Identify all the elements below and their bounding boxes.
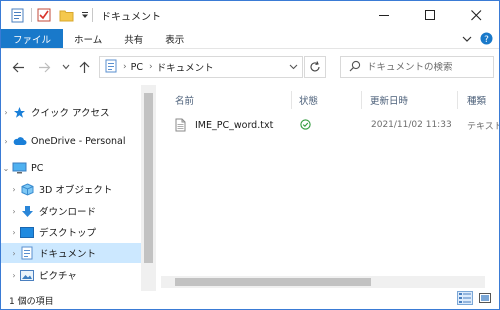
nav-item-downloads[interactable]: › ダウンロード xyxy=(1,201,141,221)
tab-home[interactable]: ホーム xyxy=(63,29,113,48)
nav-item-3d-objects[interactable]: › 3D オブジェクト xyxy=(1,179,141,199)
horizontal-scrollbar-thumb[interactable] xyxy=(175,278,371,286)
item-count: 1 個の項目 xyxy=(9,296,54,307)
computer-icon xyxy=(11,161,27,175)
nav-item-onedrive[interactable]: › OneDrive - Personal xyxy=(1,131,141,151)
forward-button[interactable] xyxy=(35,58,53,76)
sync-status-icon xyxy=(300,119,311,133)
file-modified: 2021/11/02 11:33 xyxy=(371,120,452,130)
download-icon xyxy=(19,204,35,218)
pictures-icon xyxy=(19,268,35,282)
search-box[interactable] xyxy=(340,56,494,78)
tab-share[interactable]: 共有 xyxy=(113,29,154,48)
tab-file[interactable]: ファイル xyxy=(1,29,64,48)
search-input[interactable] xyxy=(367,61,487,73)
nav-item-label: ドキュメント xyxy=(39,249,97,260)
explorer-window: ドキュメント ファイル ホーム 共有 表示 ? › PC › ドキュメント ドキ… xyxy=(0,0,500,310)
star-icon xyxy=(11,105,27,119)
status-bar: 1 個の項目 xyxy=(1,291,499,309)
up-button[interactable] xyxy=(75,58,93,76)
column-divider[interactable] xyxy=(361,91,362,109)
search-icon xyxy=(349,60,361,75)
title-divider xyxy=(92,8,93,22)
navigation-pane: › クイック アクセス › OneDrive - Personal ⌄ PC › xyxy=(1,85,156,291)
cloud-icon xyxy=(11,134,27,148)
address-bar[interactable]: › PC › ドキュメント xyxy=(99,56,303,78)
breadcrumb-chevron-icon: › xyxy=(123,62,127,72)
cube-icon xyxy=(19,182,35,196)
quick-access-toolbar xyxy=(1,7,97,23)
nav-item-label: OneDrive - Personal xyxy=(31,135,126,147)
nav-item-label: 3D オブジェクト xyxy=(39,185,113,196)
column-divider[interactable] xyxy=(291,91,292,109)
back-button[interactable] xyxy=(9,58,27,76)
close-button[interactable] xyxy=(453,1,499,29)
nav-scrollbar[interactable] xyxy=(141,85,156,291)
nav-item-quick-access[interactable]: › クイック アクセス xyxy=(1,102,141,122)
window-controls xyxy=(361,1,499,29)
document-icon xyxy=(19,246,35,260)
nav-item-label: クイック アクセス xyxy=(31,108,110,119)
recent-locations-icon[interactable] xyxy=(57,58,75,76)
view-switcher xyxy=(457,291,493,305)
column-divider[interactable] xyxy=(457,91,458,109)
breadcrumb-documents[interactable]: ドキュメント xyxy=(157,60,214,74)
horizontal-scrollbar[interactable] xyxy=(161,276,485,288)
column-header-modified[interactable]: 更新日時 xyxy=(370,91,408,109)
nav-item-pictures[interactable]: › ピクチャ xyxy=(1,265,141,285)
ribbon-right-controls: ? xyxy=(462,32,493,48)
refresh-button[interactable] xyxy=(304,56,326,78)
file-list-pane: 名前 状態 更新日時 種類 IME_PC_word.txt 2021/11/02… xyxy=(161,85,499,291)
ribbon-tabs: ファイル ホーム 共有 表示 ? xyxy=(1,29,499,49)
expand-arrow-icon[interactable]: › xyxy=(1,137,11,146)
window-title: ドキュメント xyxy=(101,11,161,23)
help-icon[interactable]: ? xyxy=(480,32,493,48)
expand-arrow-icon[interactable]: › xyxy=(9,271,19,280)
nav-item-desktop[interactable]: › デスクトップ xyxy=(1,222,141,242)
nav-item-label: ピクチャ xyxy=(39,271,77,282)
customize-dropdown-icon[interactable] xyxy=(80,7,90,23)
column-header-name[interactable]: 名前 xyxy=(175,91,194,109)
nav-item-label: PC xyxy=(31,162,44,174)
file-row[interactable]: IME_PC_word.txt 2021/11/02 11:33 テキスト xyxy=(175,115,499,135)
file-type: テキスト xyxy=(467,121,499,132)
expand-arrow-icon[interactable]: › xyxy=(1,108,11,117)
large-icons-view-button[interactable] xyxy=(477,291,493,305)
properties-icon[interactable] xyxy=(9,7,25,23)
nav-item-pc[interactable]: ⌄ PC xyxy=(1,158,141,178)
maximize-button[interactable] xyxy=(407,1,453,29)
column-header-type[interactable]: 種類 xyxy=(467,91,486,109)
checkmark-icon[interactable] xyxy=(36,7,52,23)
navigation-row: › PC › ドキュメント xyxy=(1,53,499,81)
toolbar-divider xyxy=(31,8,32,22)
column-header-status[interactable]: 状態 xyxy=(299,91,318,109)
expand-arrow-icon[interactable]: › xyxy=(9,185,19,194)
folder-icon[interactable] xyxy=(58,7,74,23)
expand-arrow-icon[interactable]: › xyxy=(9,249,19,258)
breadcrumb-chevron-icon: › xyxy=(148,62,153,72)
nav-item-label: デスクトップ xyxy=(39,228,97,239)
address-dropdown-icon[interactable] xyxy=(289,62,298,74)
expand-arrow-icon[interactable]: › xyxy=(9,207,19,216)
text-file-icon xyxy=(175,118,191,132)
nav-item-label: ダウンロード xyxy=(39,207,97,218)
svg-text:?: ? xyxy=(484,35,489,45)
expand-ribbon-chevron-icon[interactable] xyxy=(462,34,472,47)
file-name: IME_PC_word.txt xyxy=(195,119,274,131)
address-document-icon xyxy=(105,59,117,76)
minimize-button[interactable] xyxy=(361,1,407,29)
title-bar: ドキュメント xyxy=(1,1,499,29)
nav-scrollbar-thumb[interactable] xyxy=(144,93,153,263)
tab-view[interactable]: 表示 xyxy=(154,29,195,48)
collapse-arrow-icon[interactable]: ⌄ xyxy=(1,164,11,173)
desktop-icon xyxy=(19,225,35,239)
details-view-button[interactable] xyxy=(457,291,473,305)
expand-arrow-icon[interactable]: › xyxy=(9,228,19,237)
breadcrumb-pc[interactable]: PC xyxy=(131,62,143,73)
nav-item-documents[interactable]: › ドキュメント xyxy=(1,243,141,263)
